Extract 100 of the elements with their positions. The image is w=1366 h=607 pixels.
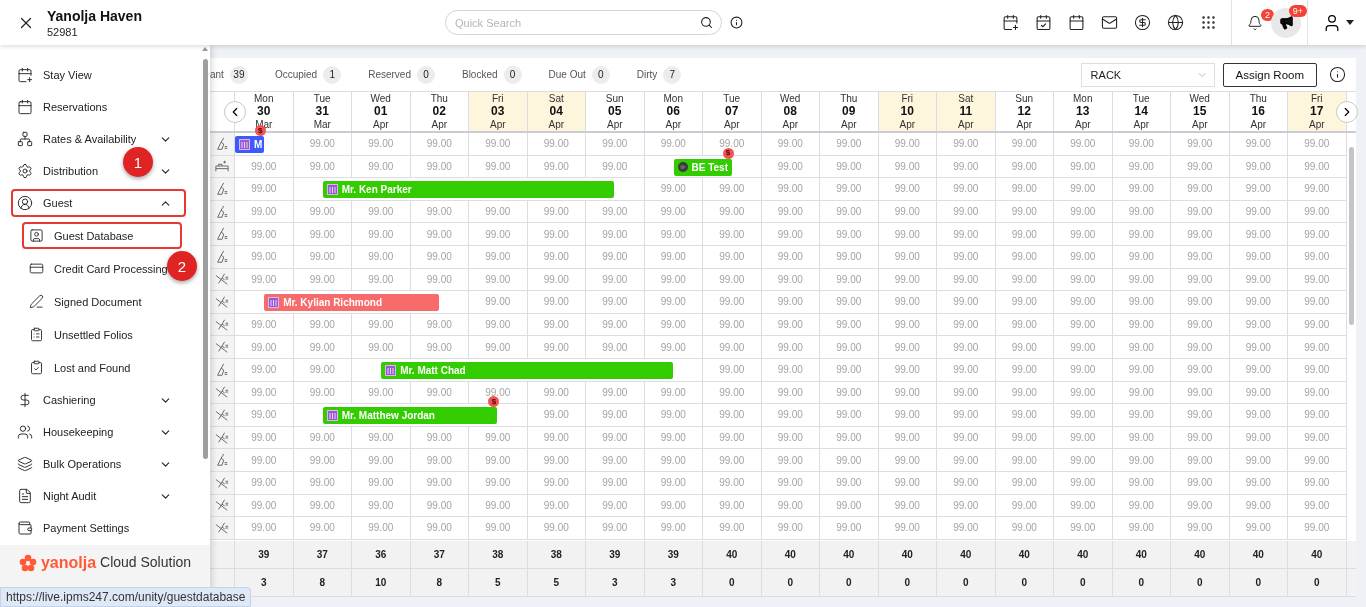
rate-cell: 99.00 <box>527 133 586 156</box>
total-cell: 38 <box>527 541 586 568</box>
info-icon[interactable] <box>1329 66 1346 83</box>
search-icon[interactable] <box>700 16 713 29</box>
rate-cell: 99.00 <box>937 381 996 405</box>
rate-cell: 99.00 <box>469 336 528 359</box>
sidebar-item[interactable]: Bulk Operations <box>43 458 122 470</box>
rate-cell: 99.00 <box>820 426 879 450</box>
rate-cell: 99.00 <box>761 336 820 359</box>
total-cell: 8 <box>410 569 469 596</box>
rate-plan-select[interactable]: RACK <box>1080 62 1215 87</box>
total-cell: 38 <box>469 541 528 568</box>
sidebar-item[interactable]: Cashiering <box>43 394 96 406</box>
rate-cell: 99.00 <box>1054 494 1113 518</box>
sidebar-item[interactable]: Reservations <box>43 101 108 113</box>
rate-cell: 99.00 <box>586 223 645 246</box>
total-cell: 40 <box>878 541 937 568</box>
rate-cell: 99.00 <box>293 200 352 224</box>
sidebar-subitem[interactable]: Lost and Found <box>54 361 131 374</box>
rate-cell: 99.00 <box>820 471 879 495</box>
sidebar-item[interactable]: Night Audit <box>43 490 97 502</box>
rate-cell: 99.00 <box>293 223 352 246</box>
sidebar-item[interactable]: Payment Settings <box>43 522 130 534</box>
grid-icon[interactable] <box>1200 14 1217 31</box>
sidebar-subitem[interactable]: Unsettled Folios <box>54 328 133 341</box>
scrollbar[interactable] <box>202 59 208 459</box>
date-header: Sat 11 Apr <box>937 92 996 131</box>
sidebar-item[interactable]: Housekeeping <box>43 426 114 438</box>
globe-icon[interactable] <box>1167 14 1184 31</box>
rate-cell: 99.00 <box>761 291 820 314</box>
building-icon <box>326 410 338 422</box>
scroll-up-icon[interactable] <box>202 47 209 51</box>
sidebar-subitem[interactable]: Guest Database <box>22 222 182 249</box>
rate-cell: 99.00 <box>1112 268 1171 292</box>
rate-cell: 99.00 <box>1229 291 1288 314</box>
calendar-plus-icon[interactable] <box>1002 14 1019 31</box>
total-cell: 39 <box>586 541 645 568</box>
announcements-button[interactable] <box>1271 7 1301 38</box>
rate-cell: 99.00 <box>1229 494 1288 518</box>
rate-cell: 99.00 <box>527 517 586 540</box>
rate-cell: 99.00 <box>1054 200 1113 224</box>
sidebar-item[interactable]: Guest <box>11 189 186 217</box>
rate-cell: 99.00 <box>820 178 879 201</box>
rate-cell: 99.00 <box>878 200 937 224</box>
rate-cell: 99.00 <box>1112 336 1171 359</box>
total-cell: 5 <box>469 569 528 596</box>
rate-cell: 99.00 <box>293 268 352 292</box>
mail-icon[interactable] <box>1101 14 1118 31</box>
rate-cell: 99.00 <box>1288 223 1347 246</box>
info-icon[interactable] <box>730 16 743 29</box>
booking-bar[interactable]: M <box>235 136 264 153</box>
rate-cell: 99.00 <box>469 268 528 292</box>
rate-cell: 99.00 <box>1229 404 1288 427</box>
rate-cell: 99.00 <box>1288 313 1347 337</box>
rate-cell: 99.00 <box>1054 155 1113 179</box>
rate-cell: 99.00 <box>235 358 294 382</box>
guest-name: M <box>254 139 263 150</box>
rate-cell: 99.00 <box>820 291 879 314</box>
rate-cell: 99.00 <box>761 404 820 427</box>
next-button[interactable] <box>1336 101 1358 123</box>
stat-count: 0 <box>416 65 435 84</box>
sidebar-item[interactable]: Distribution <box>43 165 99 177</box>
total-cell: 0 <box>878 569 937 596</box>
rate-cell: 99.00 <box>878 358 937 382</box>
rate-cell: 99.00 <box>469 245 528 269</box>
rate-cell: 99.00 <box>1112 404 1171 427</box>
dollar-icon[interactable] <box>1134 14 1151 31</box>
rate-cell: 99.00 <box>761 358 820 382</box>
rate-cell: 99.00 <box>703 358 762 382</box>
rate-cell: 99.00 <box>820 517 879 540</box>
rate-cell: 99.00 <box>937 178 996 201</box>
rate-cell: 99.00 <box>995 245 1054 269</box>
rate-cell: 99.00 <box>820 404 879 427</box>
rate-cell: 99.00 <box>352 268 411 292</box>
calendar-icon[interactable] <box>1068 14 1085 31</box>
rate-cell: 99.00 <box>469 494 528 518</box>
assign-room-button[interactable]: Assign Room <box>1222 62 1317 87</box>
rate-cell: 99.00 <box>820 133 879 156</box>
rate-cell: 99.00 <box>410 223 469 246</box>
search-field[interactable]: Quick Search <box>445 10 722 35</box>
sidebar-item[interactable]: Rates & Availability <box>43 133 137 145</box>
rate-cell: 99.00 <box>469 291 528 314</box>
rate-cell: 99.00 <box>1054 381 1113 405</box>
rate-cell: 99.00 <box>352 381 411 405</box>
bell-icon[interactable] <box>1246 14 1263 31</box>
total-cell: 40 <box>761 541 820 568</box>
sidebar-item[interactable]: Stay View <box>43 69 92 81</box>
rate-cell: 99.00 <box>1112 245 1171 269</box>
rate-cell: 99.00 <box>995 223 1054 246</box>
caret-icon[interactable] <box>1346 20 1354 25</box>
rate-cell: 99.00 <box>937 449 996 472</box>
rate-cell: 99.00 <box>527 426 586 450</box>
scrollbar[interactable] <box>1348 147 1354 325</box>
sidebar-subitem[interactable]: Signed Document <box>54 295 142 308</box>
rate-cell: 99.00 <box>235 494 294 518</box>
rate-cell: 99.00 <box>1229 223 1288 246</box>
rate-cell: 99.00 <box>644 471 703 495</box>
rate-cell: 99.00 <box>995 313 1054 337</box>
sidebar-subitem[interactable]: Credit Card Processing <box>54 262 168 275</box>
rate-cell: 99.00 <box>410 517 469 540</box>
